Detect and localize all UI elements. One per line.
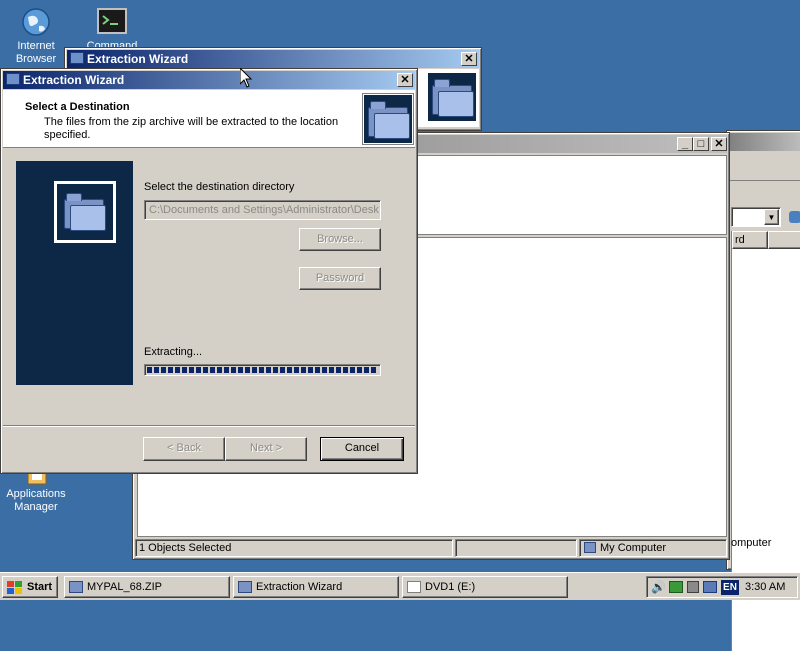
wizard-titlebar[interactable]: Extraction Wizard (3, 71, 415, 89)
background-wizard-titlebar[interactable]: Extraction Wizard (67, 50, 479, 68)
folder-icon (64, 193, 106, 231)
computer-icon (584, 542, 596, 553)
status-bar-location: My Computer (579, 539, 727, 557)
language-indicator[interactable]: EN (721, 580, 739, 595)
right-window-label: omputer (731, 537, 772, 549)
browse-button[interactable]: Browse... (299, 228, 381, 251)
status-bar-selection: 1 Objects Selected (135, 539, 453, 557)
network-icon[interactable] (669, 581, 683, 593)
column-header[interactable]: rd (732, 231, 768, 249)
toolbar-area (729, 153, 800, 181)
folder-icon (368, 101, 410, 139)
extraction-wizard-dialog[interactable]: Extraction Wizard ✕ Select a Destination… (0, 68, 418, 474)
monitor-icon[interactable] (703, 581, 717, 593)
wizard-header-image (362, 93, 414, 145)
system-tray: 🔊 EN 3:30 AM (646, 576, 798, 598)
destination-label: Select the destination directory (144, 181, 295, 193)
drive-icon (407, 581, 421, 593)
windows-logo-icon (7, 581, 23, 594)
background-window-right-titlebar[interactable] (729, 133, 800, 151)
taskbar-button-extraction-wizard[interactable]: Extraction Wizard (233, 576, 399, 598)
close-button[interactable]: ✕ (461, 52, 477, 66)
wizard-header-title: Select a Destination (25, 101, 130, 113)
clock[interactable]: 3:30 AM (745, 580, 785, 595)
taskbar: Start MYPAL_68.ZIP Extraction Wizard DVD… (0, 572, 800, 600)
close-button[interactable]: ✕ (397, 73, 413, 87)
maximize-button[interactable]: □ (693, 137, 709, 151)
go-icon[interactable] (789, 211, 800, 223)
desktop-icon-label: Internet Browser (15, 40, 57, 65)
column-header[interactable] (768, 231, 800, 249)
taskbar-button-mypal-zip[interactable]: MYPAL_68.ZIP (64, 576, 230, 598)
minimize-button[interactable]: _ (677, 137, 693, 151)
back-button[interactable]: < Back (143, 437, 225, 461)
terminal-icon (96, 6, 128, 38)
start-button[interactable]: Start (2, 576, 58, 598)
right-window-path-label: C:\Windows (738, 555, 797, 567)
wizard-side-panel (16, 161, 133, 385)
wizard-app-icon (6, 73, 20, 85)
background-wizard-header-image (427, 72, 477, 122)
wizard-separator (3, 425, 415, 427)
progress-fill (147, 367, 378, 373)
extraction-progress-bar (144, 364, 381, 376)
destination-input[interactable]: C:\Documents and Settings\Administrator\… (144, 200, 381, 220)
extracting-label: Extracting... (144, 346, 203, 358)
taskbar-button-dvd1[interactable]: DVD1 (E:) (402, 576, 568, 598)
wizard-app-icon (238, 581, 252, 593)
desktop-icon-internet-browser[interactable]: Internet Browser (0, 6, 74, 66)
address-dropdown-arrow[interactable]: ▼ (764, 209, 779, 225)
password-button[interactable]: Password (299, 267, 381, 290)
desktop-icon-label: Applications Manager (6, 488, 66, 513)
globe-icon (20, 6, 52, 38)
mouse-cursor (240, 68, 252, 88)
desktop-icon-command[interactable]: Command (74, 6, 150, 53)
safely-remove-icon[interactable] (687, 581, 699, 593)
wizard-header-description: The files from the zip archive will be e… (44, 116, 339, 141)
wizard-header: Select a Destination The files from the … (3, 90, 415, 148)
desktop-icon-applications-manager[interactable]: Applications Manager (0, 468, 74, 514)
wizard-app-icon (70, 52, 84, 64)
background-window-right[interactable]: ▼ rd omputer (726, 130, 800, 651)
explorer-top-pane (417, 155, 727, 235)
folder-icon (432, 79, 474, 117)
cancel-button[interactable]: Cancel (320, 437, 404, 461)
next-button[interactable]: Next > (225, 437, 307, 461)
wizard-side-image (54, 181, 116, 243)
status-bar-empty (455, 539, 577, 557)
folder-icon (69, 581, 83, 593)
close-button[interactable]: ✕ (711, 137, 727, 151)
volume-icon[interactable]: 🔊 (651, 580, 666, 594)
